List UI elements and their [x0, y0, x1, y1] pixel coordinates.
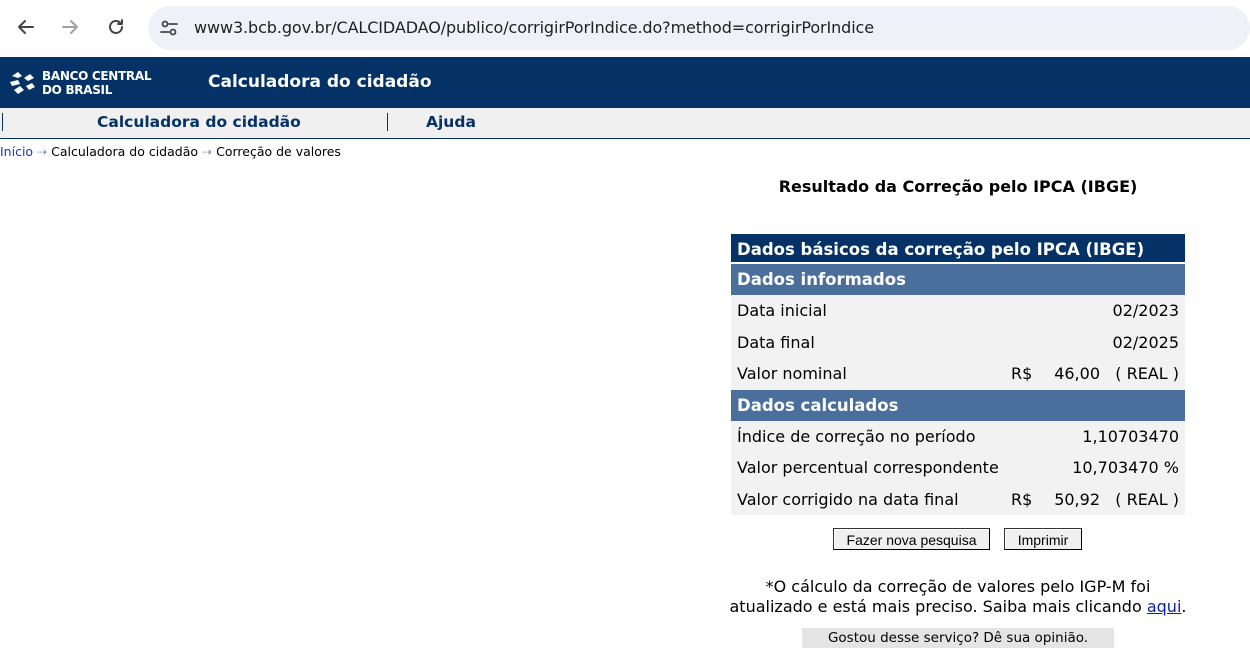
bcb-logo-icon	[10, 72, 35, 94]
row-label: Valor percentual correspondente	[737, 458, 999, 477]
row-label: Índice de correção no período	[737, 426, 976, 446]
note-link-aqui[interactable]: aqui	[1147, 597, 1182, 616]
row-value: 1,10703470	[1082, 426, 1179, 446]
row-label: Valor corrigido na data final	[737, 489, 959, 509]
table-row: Valor nominal R$ 46,00 ( REAL )	[731, 358, 1185, 390]
breadcrumb-current: Correção de valores	[216, 144, 341, 159]
igpm-note: *O cálculo da correção de valores pelo I…	[725, 577, 1191, 616]
address-bar[interactable]: www3.bcb.gov.br/CALCIDADAO/publico/corri…	[148, 6, 1250, 50]
table-row: Data final 02/2025	[731, 326, 1185, 358]
forward-button[interactable]	[53, 10, 87, 44]
table-header: Dados básicos da correção pelo IPCA (IBG…	[731, 234, 1185, 264]
breadcrumb-calculadora[interactable]: Calculadora do cidadão	[51, 144, 198, 159]
print-button[interactable]: Imprimir	[1004, 528, 1082, 550]
bcb-logo[interactable]: BANCO CENTRAL DO BRASIL	[8, 68, 153, 100]
row-label: Data final	[737, 332, 815, 352]
site-info-icon[interactable]	[158, 17, 180, 39]
url-text[interactable]: www3.bcb.gov.br/CALCIDADAO/publico/corri…	[194, 18, 874, 37]
logo-text: BANCO CENTRAL DO BRASIL	[42, 69, 152, 97]
header-title: Calculadora do cidadão	[208, 72, 432, 92]
breadcrumb-inicio[interactable]: Início	[0, 144, 33, 159]
table-row: Índice de correção no período 1,10703470	[731, 420, 1185, 452]
browser-toolbar: www3.bcb.gov.br/CALCIDADAO/publico/corri…	[0, 0, 1250, 56]
back-arrow-icon	[18, 20, 34, 34]
row-value: 50,92 ( REAL )	[1054, 489, 1179, 509]
row-value: 46,00 ( REAL )	[1054, 364, 1179, 383]
row-currency: R$	[1011, 489, 1033, 509]
feedback-button[interactable]: Gostou desse serviço? Dê sua opinião.	[802, 628, 1114, 648]
row-value: 10,703470 %	[1072, 458, 1179, 477]
forward-arrow-icon	[62, 20, 78, 34]
note-text: *O cálculo da correção de valores pelo I…	[729, 577, 1151, 616]
row-label: Data inicial	[737, 301, 827, 320]
breadcrumb-arrow-icon: ⇢	[202, 144, 213, 159]
row-value: 02/2023	[1112, 301, 1179, 320]
breadcrumb-arrow-icon: ⇢	[37, 144, 48, 159]
new-search-button[interactable]: Fazer nova pesquisa	[833, 528, 990, 550]
reload-button[interactable]	[99, 10, 133, 44]
result-title: Resultado da Correção pelo IPCA (IBGE)	[778, 177, 1138, 196]
menu-item-ajuda[interactable]: Ajuda	[426, 113, 476, 131]
back-button[interactable]	[9, 10, 43, 44]
main-menu: Calculadora do cidadão Ajuda	[0, 108, 1250, 139]
menu-item-calculadora[interactable]: Calculadora do cidadão	[97, 113, 301, 131]
menu-divider	[387, 113, 388, 131]
table-row: Data inicial 02/2023	[731, 295, 1185, 327]
site-header: BANCO CENTRAL DO BRASIL Calculadora do c…	[0, 57, 1250, 108]
row-label: Valor nominal	[737, 364, 847, 383]
table-row: Valor percentual correspondente 10,70347…	[731, 452, 1185, 484]
calculated-section-header: Dados calculados	[731, 389, 1185, 421]
reload-icon	[109, 19, 123, 34]
table-row: Valor corrigido na data final R$ 50,92 (…	[731, 483, 1185, 515]
result-table: Dados básicos da correção pelo IPCA (IBG…	[731, 234, 1185, 515]
informed-section-header: Dados informados	[731, 264, 1185, 295]
menu-divider	[2, 113, 3, 131]
note-end: .	[1181, 596, 1187, 616]
row-value: 02/2025	[1112, 332, 1179, 352]
row-currency: R$	[1011, 364, 1033, 383]
breadcrumb: Início ⇢ Calculadora do cidadão ⇢ Correção d…	[0, 143, 341, 159]
